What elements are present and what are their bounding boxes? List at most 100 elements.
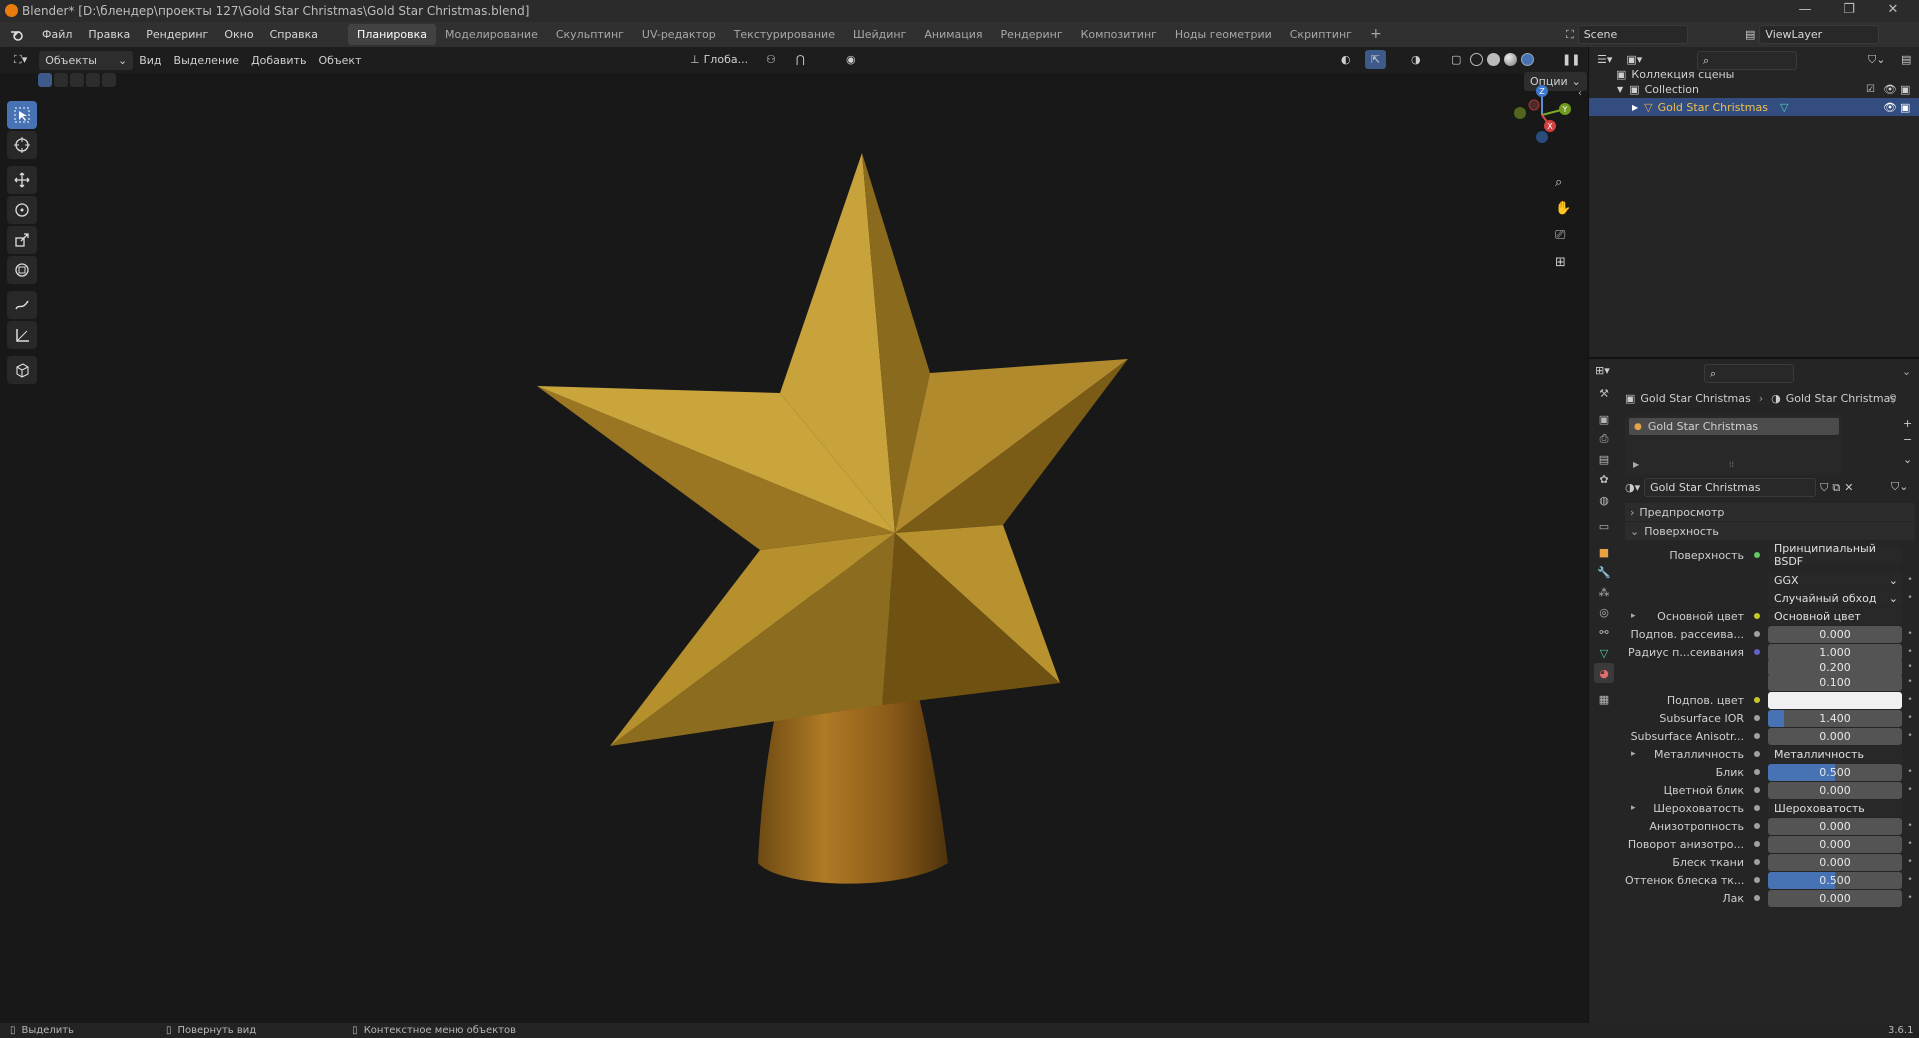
keyframe-dot-icon[interactable]: • [1905,575,1915,585]
menu-file[interactable]: Файл [34,22,80,47]
gizmo-neg-y[interactable] [1514,107,1526,119]
solid-shading-icon[interactable] [1487,53,1500,66]
number-field[interactable]: 0.500 [1768,871,1902,889]
socket-dot-icon[interactable] [1754,823,1760,829]
keyframe-dot-icon[interactable]: • [1905,893,1915,903]
snap-toggle-button[interactable]: ⋂ [790,50,811,69]
texture-tab-icon[interactable]: ▦ [1594,689,1614,709]
viewlayer-field[interactable]: ViewLayer [1759,25,1880,44]
socket-dot-icon[interactable] [1754,805,1760,811]
menu-render[interactable]: Рендеринг [138,22,216,47]
socket-link-field[interactable]: Металличность [1768,745,1902,763]
keyframe-dot-icon[interactable]: • [1905,695,1915,705]
expand-arrow-icon[interactable]: ▸ [1631,749,1636,759]
keyframe-dot-icon[interactable]: • [1905,821,1915,831]
number-field[interactable]: 0.000 [1768,835,1902,853]
view-layer-tab-icon[interactable]: ▤ [1594,449,1614,469]
add-workspace-button[interactable]: + [1361,24,1391,45]
collection-tab-icon[interactable]: ▭ [1594,516,1614,536]
expand-arrow-icon[interactable]: ▸ [1631,611,1636,621]
menu-add[interactable]: Добавить [245,51,312,70]
link-dropdown-icon[interactable]: ⛉⌄ [1891,480,1908,494]
gizmo-neg-z[interactable] [1536,131,1548,143]
material-shading-icon[interactable] [1504,53,1517,66]
keyframe-dot-icon[interactable]: • [1905,839,1915,849]
eye-icon[interactable]: 👁 [1883,83,1897,96]
blender-menu-icon[interactable] [8,28,26,42]
rendered-shading-icon[interactable] [1521,53,1534,66]
chevron-down-icon[interactable]: ⌄ [1902,365,1911,378]
gold-star-model[interactable] [0,73,1290,1023]
perspective-grid-icon[interactable]: ⊞ [1555,255,1566,270]
number-field[interactable]: 0.100 [1768,673,1902,691]
outliner-row-gold-star[interactable]: ▶ ▽ Gold Star Christmas ▽ 👁 ▣ [1589,98,1919,116]
workspace-tab[interactable]: Текстурирование [725,24,844,45]
keyframe-dot-icon[interactable]: • [1905,731,1915,741]
object-tab-icon[interactable]: ■ [1594,542,1614,562]
expand-arrow-icon[interactable]: ▶ [1632,103,1638,112]
panel-preview[interactable]: › Предпросмотр [1625,503,1915,521]
keyframe-dot-icon[interactable]: • [1905,629,1915,639]
socket-dot-icon[interactable] [1754,631,1760,637]
outliner-row-collection[interactable]: ▼ ▣ Collection ☑ 👁 ▣ [1589,80,1919,98]
number-field[interactable]: 1.400 [1768,709,1902,727]
socket-dot-icon[interactable] [1754,613,1760,619]
remove-slot-icon[interactable]: − [1903,433,1912,446]
panel-surface[interactable]: ⌄ Поверхность [1625,522,1915,540]
number-field[interactable]: 0.000 [1768,781,1902,799]
constraints-tab-icon[interactable]: ⚯ [1594,622,1614,642]
material-tab-icon[interactable]: ◕ [1594,663,1614,683]
workspace-tab[interactable]: Анимация [915,24,991,45]
eye-icon[interactable]: 👁 [1883,101,1897,114]
number-field[interactable]: 0.000 [1768,727,1902,745]
pin-icon[interactable]: ⚲ [1889,392,1897,405]
keyframe-dot-icon[interactable]: • [1905,593,1915,603]
socket-link-field[interactable]: Принципиальный BSDF [1768,542,1902,568]
menu-window[interactable]: Окно [216,22,261,47]
browse-material-icon[interactable]: ◑▾ [1625,481,1640,494]
particles-tab-icon[interactable]: ⁂ [1594,582,1614,602]
camera-render-icon[interactable]: ▣ [1900,83,1910,96]
pan-hand-icon[interactable]: ✋ [1555,201,1571,216]
resize-handle-icon[interactable]: ⁞⁞ [1729,460,1734,469]
visibility-filter-button[interactable]: ◐ [1335,50,1357,69]
duplicate-material-icon[interactable]: ⧉ [1832,481,1840,495]
socket-dot-icon[interactable] [1754,841,1760,847]
socket-dot-icon[interactable] [1754,877,1760,883]
workspace-tab[interactable]: Шейдинг [844,24,915,45]
expand-arrow-icon[interactable]: ▶ [1633,460,1639,469]
socket-dot-icon[interactable] [1754,715,1760,721]
fake-user-shield-icon[interactable]: ⛉ [1820,481,1828,495]
number-field[interactable]: 0.000 [1768,889,1902,907]
pause-render-button[interactable]: ❚❚ [1556,50,1586,69]
menu-edit[interactable]: Правка [80,22,138,47]
dropdown-field[interactable]: GGX ⌄ [1768,571,1902,589]
menu-select[interactable]: Выделение [168,51,246,70]
keyframe-dot-icon[interactable]: • [1905,875,1915,885]
dropdown-field[interactable]: Случайный обход ⌄ [1768,589,1902,607]
scene-field[interactable]: Scene [1577,25,1688,44]
expand-arrow-icon[interactable]: ▼ [1617,85,1623,94]
3d-viewport[interactable]: Опции ⌄ Z Y X ‹ ⌕ ✋ ⎚ ⊞ [0,72,1588,1023]
overlays-toggle-button[interactable]: ◑ [1405,50,1427,69]
socket-dot-icon[interactable] [1754,649,1760,655]
material-name-field[interactable]: Gold Star Christmas [1644,478,1817,497]
proportional-edit-button[interactable]: ◉ [840,50,862,69]
workspace-tab[interactable]: Планировка [348,24,437,45]
color-swatch[interactable] [1768,691,1902,709]
properties-search-input[interactable]: ⌕ [1704,364,1794,383]
socket-link-field[interactable]: Шероховатость [1768,799,1902,817]
maximize-button[interactable]: ❐ [1829,2,1869,20]
navigation-gizmo[interactable]: Z Y X [1500,83,1580,153]
keyframe-dot-icon[interactable]: • [1905,647,1915,657]
workspace-tab[interactable]: UV-редактор [633,24,725,45]
menu-object[interactable]: Объект [312,51,367,70]
close-window-button[interactable]: ✕ [1873,2,1913,20]
workspace-tab[interactable]: Рендеринг [992,24,1072,45]
mode-dropdown[interactable]: Объекты ⌄ [39,50,134,70]
properties-editor-type-icon[interactable]: ⊞▾ [1595,364,1610,377]
keyframe-dot-icon[interactable]: • [1905,662,1915,672]
zoom-icon[interactable]: ⌕ [1555,175,1562,190]
number-field[interactable]: 0.000 [1768,853,1902,871]
workspace-tab[interactable]: Скриптинг [1281,24,1361,45]
